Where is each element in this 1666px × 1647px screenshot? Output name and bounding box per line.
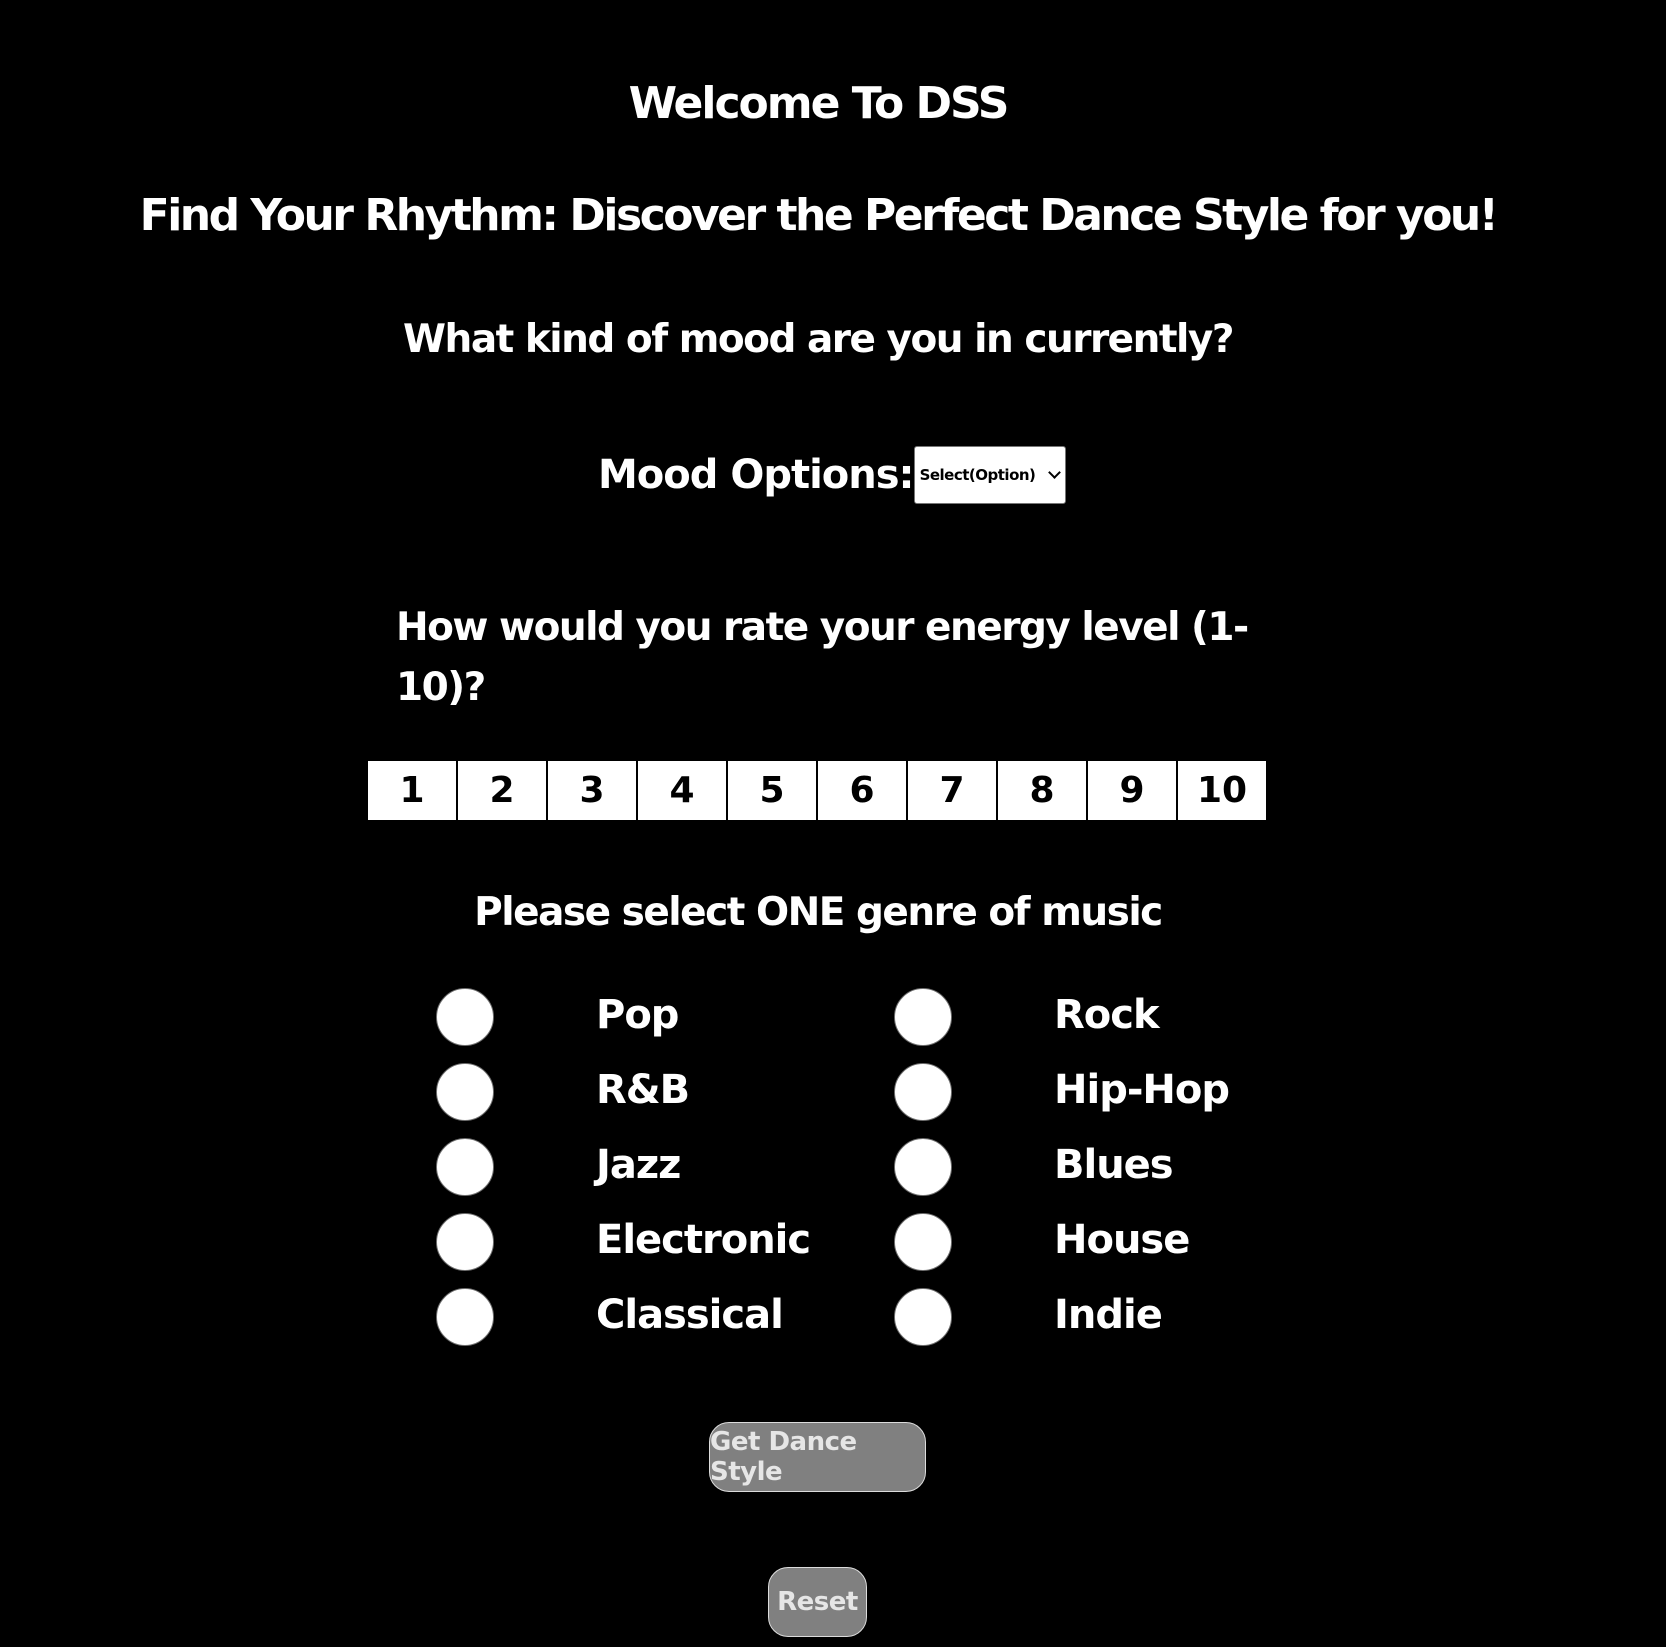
genre-label: Hip-Hop	[1054, 1067, 1230, 1113]
page-title: Welcome To DSS	[628, 78, 1010, 129]
genre-question: Please select ONE genre of music	[474, 890, 1163, 935]
genre-option-hip-hop: Hip-Hop	[894, 1063, 1230, 1121]
energy-scale: 1 2 3 4 5 6 7 8 9 10	[367, 760, 1267, 821]
genre-option-pop: Pop	[436, 988, 679, 1046]
genre-option-rnb: R&B	[436, 1063, 690, 1121]
genre-radio[interactable]	[436, 1063, 494, 1121]
chevron-down-icon	[1047, 466, 1061, 479]
mood-select-value: Select(Option)	[919, 466, 1036, 484]
genre-option-classical: Classical	[436, 1288, 784, 1346]
energy-level-button[interactable]: 8	[997, 760, 1087, 821]
genre-label: Jazz	[596, 1142, 681, 1188]
genre-radio[interactable]	[436, 1138, 494, 1196]
genre-label: House	[1054, 1217, 1190, 1263]
energy-level-button[interactable]: 7	[907, 760, 997, 821]
get-dance-style-button[interactable]: Get Dance Style	[709, 1422, 926, 1492]
genre-option-electronic: Electronic	[436, 1213, 811, 1271]
energy-level-button[interactable]: 6	[817, 760, 907, 821]
energy-level-button[interactable]: 4	[637, 760, 727, 821]
energy-level-button[interactable]: 1	[367, 760, 457, 821]
genre-radio[interactable]	[894, 1213, 952, 1271]
genre-radio[interactable]	[894, 1138, 952, 1196]
genre-option-jazz: Jazz	[436, 1138, 681, 1196]
genre-option-indie: Indie	[894, 1288, 1163, 1346]
energy-level-button[interactable]: 5	[727, 760, 817, 821]
energy-level-button[interactable]: 2	[457, 760, 547, 821]
mood-select[interactable]: Select(Option)	[913, 446, 1066, 504]
energy-question-line: How would you rate your energy level (1-	[396, 605, 1249, 650]
energy-level-button[interactable]: 3	[547, 760, 637, 821]
page-subtitle: Find Your Rhythm: Discover the Perfect D…	[139, 190, 1499, 241]
genre-radio[interactable]	[894, 988, 952, 1046]
energy-level-button[interactable]: 9	[1087, 760, 1177, 821]
genre-radio[interactable]	[436, 1213, 494, 1271]
genre-radio[interactable]	[436, 988, 494, 1046]
genre-label: R&B	[596, 1067, 690, 1113]
genre-option-house: House	[894, 1213, 1190, 1271]
energy-question-line: 10)?	[396, 665, 486, 710]
genre-label: Indie	[1054, 1292, 1163, 1338]
mood-options-label: Mood Options:	[598, 452, 915, 498]
mood-question: What kind of mood are you in currently?	[403, 317, 1234, 362]
genre-radio[interactable]	[436, 1288, 494, 1346]
genre-label: Rock	[1054, 992, 1160, 1038]
reset-button[interactable]: Reset	[768, 1567, 867, 1637]
energy-question: How would you rate your energy level (1-…	[396, 598, 1249, 718]
genre-label: Blues	[1054, 1142, 1174, 1188]
genre-label: Electronic	[596, 1217, 811, 1263]
genre-radio[interactable]	[894, 1288, 952, 1346]
genre-radio[interactable]	[894, 1063, 952, 1121]
energy-level-button[interactable]: 10	[1177, 760, 1267, 821]
genre-option-rock: Rock	[894, 988, 1160, 1046]
genre-label: Pop	[596, 992, 679, 1038]
genre-label: Classical	[596, 1292, 784, 1338]
genre-option-blues: Blues	[894, 1138, 1174, 1196]
mood-options-row: Mood Options: Select(Option)	[598, 445, 1066, 505]
